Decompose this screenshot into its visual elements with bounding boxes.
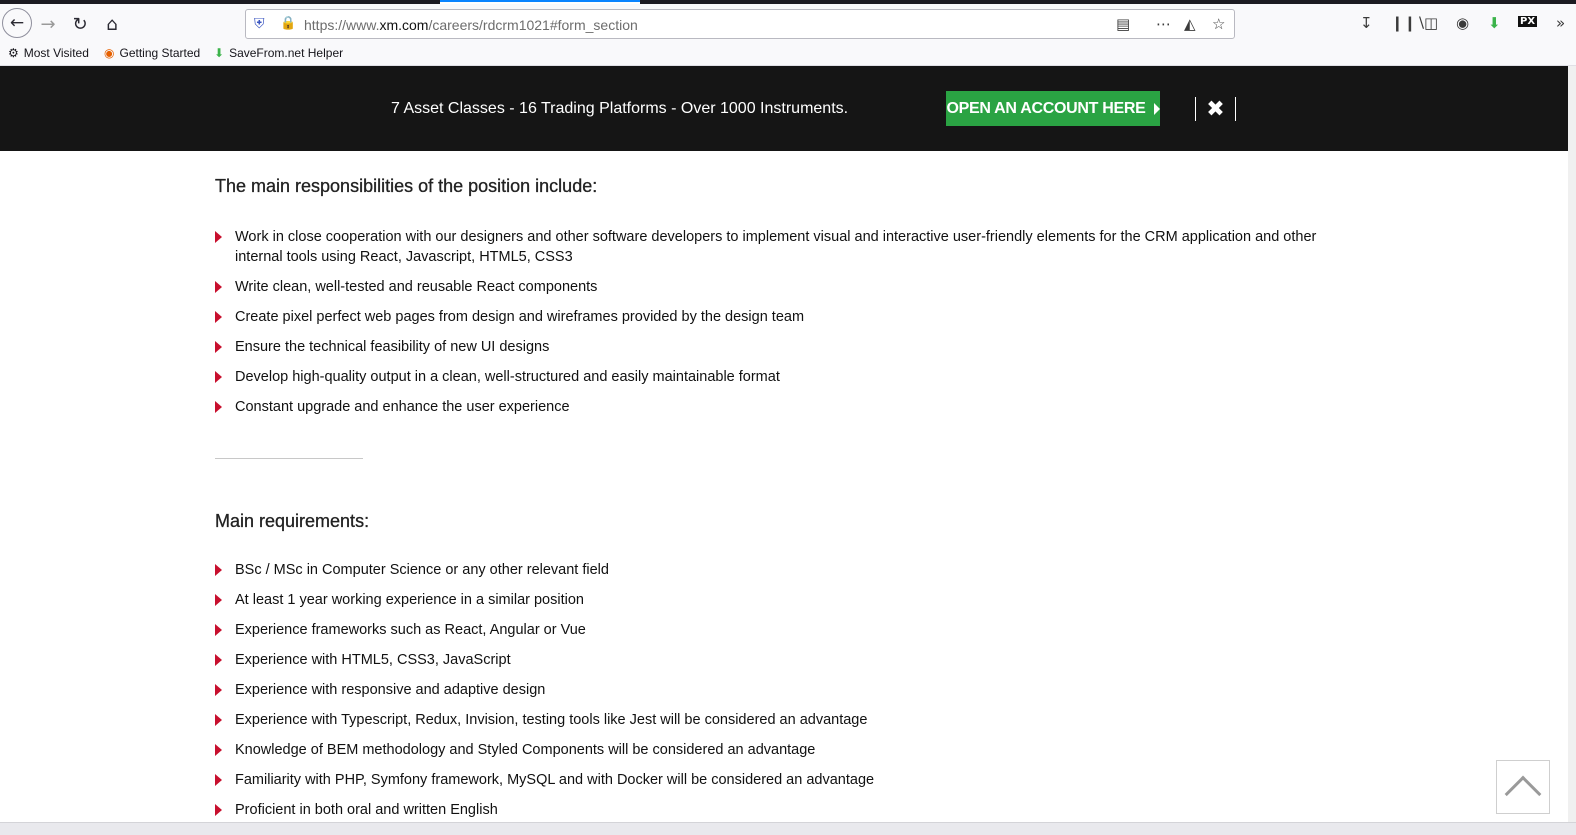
list-item: Experience with HTML5, CSS3, JavaScript	[215, 650, 1355, 670]
list-item: Experience with Typescript, Redux, Invis…	[215, 710, 1355, 730]
bullet-arrow-icon	[215, 341, 222, 353]
shield-icon[interactable]: ⛨	[254, 16, 270, 33]
horizontal-scrollbar	[0, 822, 1576, 835]
requirements-title: Main requirements:	[215, 511, 370, 531]
bullet-arrow-icon	[215, 564, 222, 576]
list-item: Experience frameworks such as React, Ang…	[215, 620, 1355, 640]
url-text[interactable]: https://www.xm.com/careers/rdcrm1021#for…	[304, 17, 638, 33]
bookmark-label: Getting Started	[119, 46, 201, 60]
list-item: BSc / MSc in Computer Science or any oth…	[215, 560, 1355, 580]
promo-text: 7 Asset Classes - 16 Trading Platforms -…	[391, 100, 849, 117]
chevron-up-icon	[1504, 775, 1542, 813]
forward-icon[interactable]: →	[34, 10, 62, 38]
list-item-text: Experience with Typescript, Redux, Invis…	[235, 712, 868, 728]
close-glyph: ✖	[1206, 96, 1225, 122]
list-item: Create pixel perfect web pages from desi…	[215, 307, 1355, 327]
list-item-text: Experience with responsive and adaptive …	[235, 682, 546, 698]
bookmark-label: SaveFrom.net Helper	[229, 46, 344, 60]
list-item-text: Develop high-quality output in a clean, …	[235, 369, 780, 385]
savefrom-icon: ⬇	[214, 46, 225, 60]
bullet-arrow-icon	[215, 804, 222, 816]
list-item: Constant upgrade and enhance the user ex…	[215, 397, 1355, 417]
open-account-button[interactable]: OPEN AN ACCOUNT HERE	[946, 91, 1160, 126]
list-item-text: Familiarity with PHP, Symfony framework,…	[235, 772, 875, 788]
list-item-text: Constant upgrade and enhance the user ex…	[235, 399, 570, 415]
overflow-menu-icon[interactable]: »	[1556, 14, 1565, 32]
library-icon[interactable]: ❙❙∖	[1391, 14, 1426, 32]
list-item-text: Create pixel perfect web pages from desi…	[235, 309, 805, 325]
bullet-arrow-icon	[215, 624, 222, 636]
close-icon[interactable]: ✖	[1195, 96, 1236, 122]
savefrom-icon[interactable]: ⬇	[1488, 14, 1501, 32]
bullet-arrow-icon	[215, 401, 222, 413]
pocket-icon[interactable]: ◭	[1184, 15, 1196, 33]
lock-icon[interactable]: 🔒	[280, 16, 296, 31]
home-icon[interactable]: ⌂	[98, 10, 126, 38]
requirements-list: BSc / MSc in Computer Science or any oth…	[215, 560, 1355, 830]
list-item: Ensure the technical feasibility of new …	[215, 337, 1355, 357]
bullet-arrow-icon	[215, 311, 222, 323]
bullet-arrow-icon	[215, 594, 222, 606]
bookmark-getting-started[interactable]: ◉ Getting Started	[104, 46, 200, 60]
list-item: At least 1 year working experience in a …	[215, 590, 1355, 610]
list-item: Knowledge of BEM methodology and Styled …	[215, 740, 1355, 760]
download-icon[interactable]: ↧	[1360, 14, 1373, 32]
promo-banner: 7 Asset Classes - 16 Trading Platforms -…	[0, 66, 1568, 151]
back-icon[interactable]: ←	[2, 8, 32, 38]
list-item-text: Knowledge of BEM methodology and Styled …	[235, 742, 816, 758]
list-item: Familiarity with PHP, Symfony framework,…	[215, 770, 1355, 790]
caret-right-icon	[1153, 102, 1160, 115]
bullet-arrow-icon	[215, 371, 222, 383]
star-icon[interactable]: ☆	[1212, 15, 1225, 33]
reload-icon[interactable]: ↻	[66, 10, 94, 38]
firefox-icon: ◉	[104, 46, 115, 60]
list-item-text: Experience with HTML5, CSS3, JavaScript	[235, 652, 511, 668]
navigation-toolbar: ← → ↻ ⌂ ⛨ 🔒 https://www.xm.com/careers/r…	[0, 4, 1576, 42]
bookmark-most-visited[interactable]: ⚙ Most Visited	[8, 46, 89, 60]
list-item: Experience with responsive and adaptive …	[215, 680, 1355, 700]
sidebar-icon[interactable]: ◫	[1424, 14, 1438, 32]
list-item-text: Write clean, well-tested and reusable Re…	[235, 279, 598, 295]
bookmarks-toolbar: ⚙ Most Visited ◉ Getting Started ⬇ SaveF…	[0, 42, 1576, 66]
bookmark-savefrom[interactable]: ⬇ SaveFrom.net Helper	[214, 46, 343, 60]
list-item-text: Proficient in both oral and written Engl…	[235, 802, 498, 818]
list-item: Work in close cooperation with our desig…	[215, 227, 1355, 267]
url-domain: xm.com	[379, 17, 429, 33]
list-item: Proficient in both oral and written Engl…	[215, 800, 1355, 820]
bullet-arrow-icon	[215, 281, 222, 293]
bullet-arrow-icon	[215, 654, 222, 666]
scrollbar[interactable]	[1568, 66, 1576, 826]
responsibilities-list: Work in close cooperation with our desig…	[215, 227, 1355, 427]
list-item: Write clean, well-tested and reusable Re…	[215, 277, 1355, 297]
bullet-arrow-icon	[215, 684, 222, 696]
responsibilities-title: The main responsibilities of the positio…	[215, 176, 598, 196]
account-icon[interactable]: ◉	[1456, 14, 1469, 32]
bullet-arrow-icon	[215, 744, 222, 756]
list-item-text: At least 1 year working experience in a …	[235, 592, 584, 608]
list-item-text: BSc / MSc in Computer Science or any oth…	[235, 562, 609, 578]
bookmark-label: Most Visited	[23, 46, 89, 60]
section-divider	[215, 458, 363, 459]
bullet-arrow-icon	[215, 714, 222, 726]
list-item-text: Work in close cooperation with our desig…	[235, 229, 1317, 265]
open-account-label: OPEN AN ACCOUNT HERE	[946, 99, 1146, 117]
list-item: Develop high-quality output in a clean, …	[215, 367, 1355, 387]
list-item-text: Ensure the technical feasibility of new …	[235, 339, 550, 355]
bullet-arrow-icon	[215, 231, 222, 243]
url-prefix: https://www.	[304, 17, 380, 33]
list-item-text: Experience frameworks such as React, Ang…	[235, 622, 586, 638]
bullet-arrow-icon	[215, 774, 222, 786]
back-to-top-button[interactable]	[1496, 760, 1550, 814]
gear-icon: ⚙	[8, 46, 19, 60]
url-path: /careers/rdcrm1021#form_section	[428, 17, 638, 33]
url-bar[interactable]: ⛨ 🔒 https://www.xm.com/careers/rdcrm1021…	[245, 9, 1235, 39]
px-icon[interactable]: PX	[1518, 16, 1538, 27]
reader-icon[interactable]: ▤	[1116, 15, 1130, 33]
more-icon[interactable]: ⋯	[1156, 15, 1171, 33]
